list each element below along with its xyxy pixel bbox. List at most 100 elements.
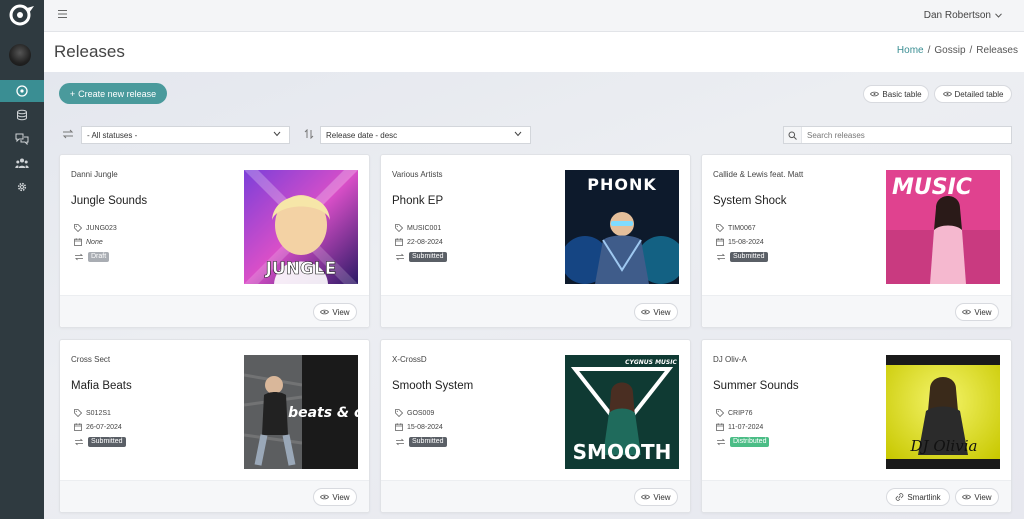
status-badge: Submitted — [730, 252, 768, 262]
view-label: View — [974, 492, 992, 502]
status-badge: Submitted — [88, 437, 126, 447]
release-code: TIM0067 — [728, 224, 756, 232]
eye-icon — [641, 494, 651, 500]
view-button[interactable]: View — [634, 303, 678, 321]
topbar: Dan Robertson — [44, 0, 1024, 32]
release-title[interactable]: System Shock — [713, 195, 787, 207]
release-title[interactable]: Jungle Sounds — [71, 195, 147, 207]
cover-text: JUNGLE — [265, 259, 337, 279]
card-footer: View — [60, 480, 369, 512]
release-cover[interactable]: DJ Olivia — [886, 355, 1000, 469]
breadcrumb-gossip[interactable]: Gossip — [934, 45, 965, 56]
release-cover[interactable]: JUNGLE — [244, 170, 358, 284]
view-button[interactable]: View — [634, 488, 678, 506]
breadcrumb-home[interactable]: Home — [897, 45, 924, 56]
view-button[interactable]: View — [313, 488, 357, 506]
release-date: None — [86, 238, 103, 246]
release-code-row: MUSIC001 — [395, 224, 441, 232]
release-title[interactable]: Summer Sounds — [713, 380, 799, 392]
release-date-row: 11-07-2024 — [716, 423, 763, 431]
cover-text: PHONK — [587, 175, 657, 194]
release-title[interactable]: Smooth System — [392, 380, 473, 392]
tag-icon — [395, 409, 403, 417]
cover-text: MUSIC — [892, 175, 972, 200]
sidebar-item-settings[interactable] — [0, 176, 44, 198]
eye-icon — [320, 309, 330, 315]
status-badge: Submitted — [409, 437, 447, 447]
users-icon — [15, 158, 29, 168]
chevron-down-icon — [514, 131, 522, 137]
basic-table-label: Basic table — [882, 89, 922, 99]
status-badge: Distributed — [730, 437, 770, 447]
tag-icon — [74, 224, 82, 232]
view-button[interactable]: View — [955, 488, 999, 506]
release-artist: Various Artists — [392, 170, 443, 179]
sidebar-avatar[interactable] — [9, 44, 31, 66]
swap-arrows-icon — [75, 438, 83, 446]
release-cover[interactable]: CYGNUS MUSIC SMOOTH — [565, 355, 679, 469]
breadcrumb-current: Releases — [976, 45, 1018, 56]
eye-icon — [870, 91, 880, 97]
page-header: Releases Home / Gossip / Releases — [44, 32, 1024, 72]
view-button[interactable]: View — [313, 303, 357, 321]
user-menu[interactable]: Dan Robertson — [924, 10, 1002, 21]
hamburger-menu-icon[interactable] — [58, 10, 67, 18]
release-card: DJ Oliv-A Summer Sounds CRIP76 11-07-202… — [701, 339, 1012, 513]
release-code-row: TIM0067 — [716, 224, 756, 232]
sidebar-item-releases[interactable] — [0, 80, 44, 102]
swap-arrows-icon — [396, 253, 404, 261]
release-status-row: Submitted — [74, 437, 126, 447]
release-card: X-CrossD Smooth System GOS009 15-08-2024… — [380, 339, 691, 513]
calendar-icon — [395, 238, 403, 246]
chat-icon — [15, 133, 29, 145]
smartlink-label: Smartlink — [907, 492, 941, 502]
sort-select[interactable]: Release date - desc — [320, 126, 531, 144]
sidebar — [0, 0, 44, 519]
release-status-row: Draft — [74, 252, 110, 262]
eye-icon — [320, 494, 330, 500]
release-cover[interactable]: PHONK — [565, 170, 679, 284]
cover-text: DJ Olivia — [910, 437, 978, 455]
release-cover[interactable]: beats & co — [244, 355, 358, 469]
release-card: Danni Jungle Jungle Sounds JUNG023 None … — [59, 154, 370, 328]
view-label: View — [332, 307, 350, 317]
page-title: Releases — [54, 42, 125, 61]
basic-table-button[interactable]: Basic table — [863, 85, 929, 103]
gear-icon — [17, 182, 27, 192]
release-artist: X-CrossD — [392, 355, 427, 364]
search-input[interactable] — [802, 130, 1002, 140]
release-code-row: S012S1 — [74, 409, 111, 417]
eye-icon — [962, 494, 972, 500]
breadcrumb-separator: / — [969, 45, 973, 56]
calendar-icon — [74, 423, 82, 431]
view-label: View — [974, 307, 992, 317]
chevron-down-icon — [995, 13, 1002, 18]
sidebar-item-users[interactable] — [0, 152, 44, 174]
status-filter-select[interactable]: - All statuses - — [81, 126, 290, 144]
release-status-row: Submitted — [716, 252, 768, 262]
smartlink-button[interactable]: Smartlink — [886, 488, 950, 506]
view-button[interactable]: View — [955, 303, 999, 321]
release-date: 15-08-2024 — [407, 423, 443, 431]
app-logo-icon[interactable] — [8, 2, 36, 28]
release-code-row: JUNG023 — [74, 224, 117, 232]
cover-text: beats & co — [288, 405, 358, 421]
sidebar-item-catalog[interactable] — [0, 104, 44, 126]
detailed-table-button[interactable]: Detailed table — [934, 85, 1012, 103]
chevron-down-icon — [273, 131, 281, 137]
tag-icon — [395, 224, 403, 232]
search-icon — [784, 127, 802, 143]
release-cover[interactable]: MUSIC — [886, 170, 1000, 284]
swap-arrows-icon — [396, 438, 404, 446]
sidebar-item-messages[interactable] — [0, 128, 44, 150]
release-code-row: GOS009 — [395, 409, 434, 417]
database-icon — [17, 109, 27, 121]
release-date: 15-08-2024 — [728, 238, 764, 246]
release-title[interactable]: Mafia Beats — [71, 380, 132, 392]
release-title[interactable]: Phonk EP — [392, 195, 443, 207]
status-badge: Draft — [88, 252, 110, 262]
status-badge: Submitted — [409, 252, 447, 262]
release-date-row: 15-08-2024 — [716, 238, 764, 246]
release-artist: Callide & Lewis feat. Matt — [713, 170, 804, 179]
create-release-button[interactable]: + Create new release — [59, 83, 167, 104]
